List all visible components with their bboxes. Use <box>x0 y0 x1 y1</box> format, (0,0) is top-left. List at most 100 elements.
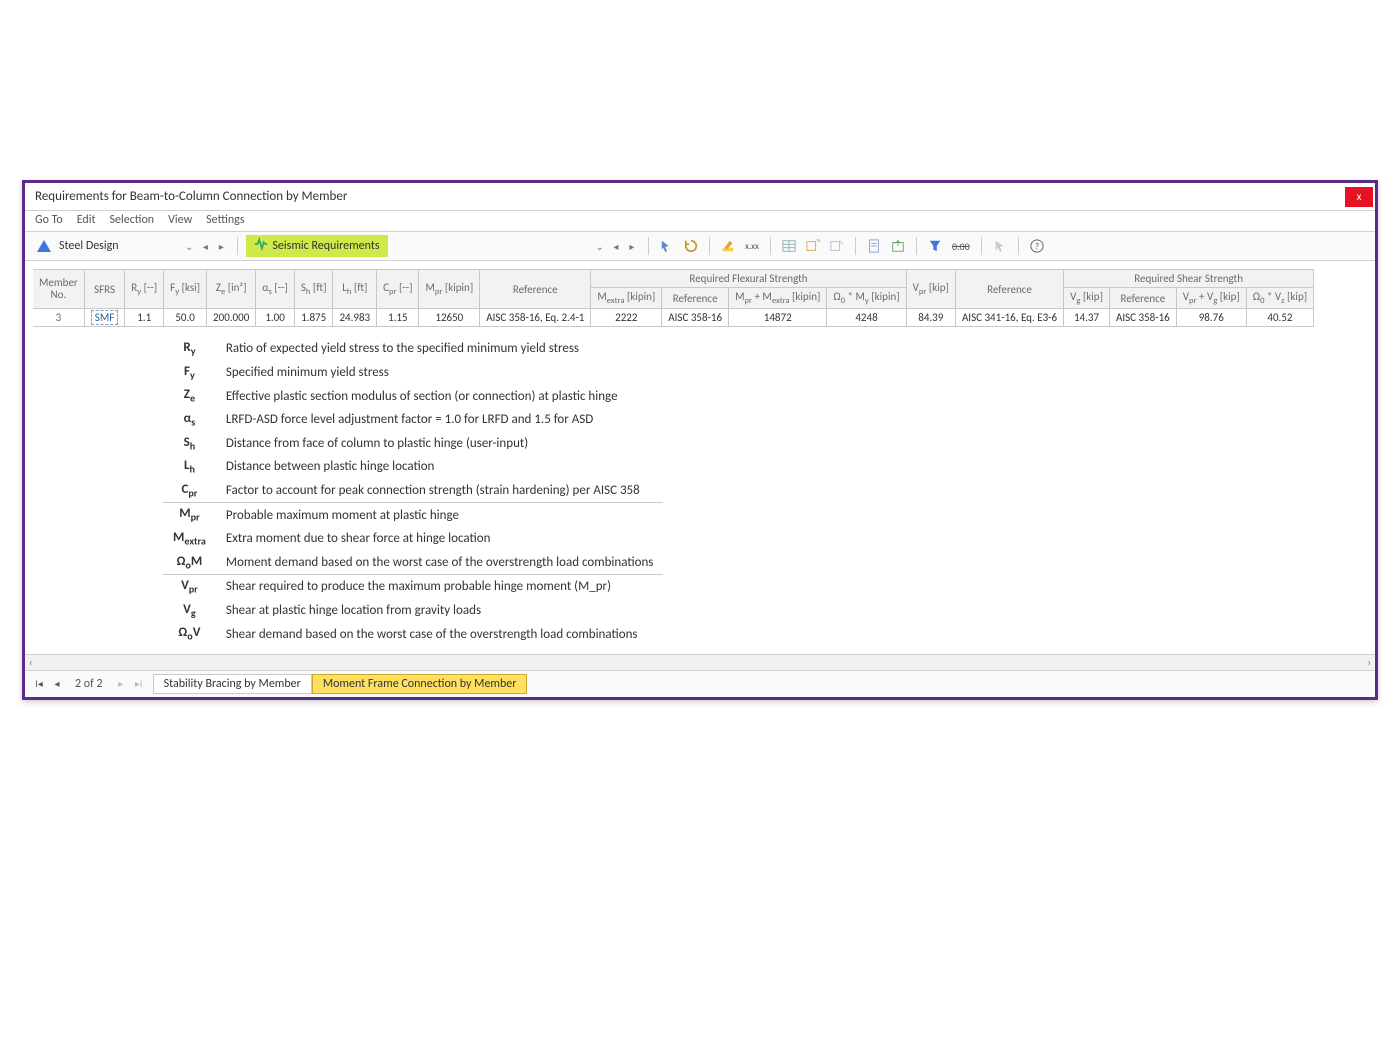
definition-symbol: ΩoM <box>163 551 216 575</box>
col-lh[interactable]: Lh [ft] <box>333 270 377 309</box>
results-grid[interactable]: MemberNo. SFRS Ry [--] Fy [ksi] Ze [in³]… <box>33 269 1367 327</box>
definition-text: Specified minimum yield stress <box>216 361 664 385</box>
definition-symbol: Sh <box>163 432 216 456</box>
module-right-nav: ◂ ▸ <box>608 238 640 254</box>
definition-text: Extra moment due to shear force at hinge… <box>216 527 664 551</box>
table-add-icon[interactable] <box>803 236 823 256</box>
col-ze[interactable]: Ze [in³] <box>207 270 256 309</box>
nav-prev-icon[interactable]: ◂ <box>197 238 213 254</box>
module-right[interactable]: Seismic Requirements <box>246 235 387 257</box>
nav-next-icon[interactable]: ▸ <box>624 238 640 254</box>
definition-row: ΩoVShear demand based on the worst case … <box>163 622 663 646</box>
steel-icon <box>37 239 51 253</box>
sheet-tab[interactable]: Stability Bracing by Member <box>153 674 312 694</box>
col-sum-m[interactable]: Mpr + Mextra [kipin] <box>729 288 827 309</box>
col-as[interactable]: αs [--] <box>256 270 295 309</box>
sheet-nav-right: ▸ ▸I <box>113 676 147 692</box>
definition-text: Distance from face of column to plastic … <box>216 432 664 456</box>
col-sh[interactable]: Sh [ft] <box>294 270 333 309</box>
col-ref3[interactable]: Reference <box>955 270 1063 309</box>
col-mextra[interactable]: Mextra [kipin] <box>591 288 662 309</box>
col-ref1[interactable]: Reference <box>480 270 591 309</box>
scroll-right-icon[interactable]: › <box>1367 656 1371 669</box>
close-button[interactable]: x <box>1345 187 1373 207</box>
definition-row: MprProbable maximum moment at plastic hi… <box>163 503 663 527</box>
definition-symbol: ΩoV <box>163 622 216 646</box>
results-table: MemberNo. SFRS Ry [--] Fy [ksi] Ze [in³]… <box>33 269 1314 327</box>
nav-prev-icon[interactable]: ◂ <box>608 238 624 254</box>
col-cpr[interactable]: Cpr [--] <box>377 270 419 309</box>
col-om-vz[interactable]: Ω0 * Vz [kip] <box>1246 288 1313 309</box>
chevron-down-icon[interactable]: ⌄ <box>596 240 604 253</box>
sheet-last-icon[interactable]: ▸I <box>131 676 147 692</box>
separator <box>855 237 856 255</box>
col-mpr[interactable]: Mpr [kipin] <box>419 270 480 309</box>
sheet-tab[interactable]: Moment Frame Connection by Member <box>312 674 528 694</box>
separator <box>1018 237 1019 255</box>
highlight-icon[interactable] <box>718 236 738 256</box>
refresh-icon[interactable] <box>681 236 701 256</box>
definition-row: ZeEffective plastic section modulus of s… <box>163 384 663 408</box>
definition-text: Moment demand based on the worst case of… <box>216 551 664 575</box>
table-icon[interactable] <box>779 236 799 256</box>
menu-selection[interactable]: Selection <box>110 213 155 227</box>
sheet-tab-bar: I◂ ◂ 2 of 2 ▸ ▸I Stability Bracing by Me… <box>25 670 1375 697</box>
definition-symbol: Ry <box>163 337 216 361</box>
module-left[interactable]: Steel Design <box>31 239 181 253</box>
filter-icon[interactable] <box>925 236 945 256</box>
col-ref2[interactable]: Reference <box>662 288 729 309</box>
separator <box>648 237 649 255</box>
format-precision-button[interactable]: x.xx <box>742 236 762 256</box>
scroll-left-icon[interactable]: ‹ <box>29 656 33 669</box>
decimal-button[interactable]: 0.00 <box>949 236 973 256</box>
definition-text: Factor to account for peak connection st… <box>216 479 664 503</box>
nav-next-icon[interactable]: ▸ <box>213 238 229 254</box>
sheet-first-icon[interactable]: I◂ <box>31 676 47 692</box>
col-vg[interactable]: Vg [kip] <box>1064 288 1110 309</box>
separator <box>770 237 771 255</box>
table-remove-icon[interactable] <box>827 236 847 256</box>
sheet-prev-icon[interactable]: ◂ <box>49 676 65 692</box>
definition-symbol: Lh <box>163 455 216 479</box>
col-fy[interactable]: Fy [ksi] <box>164 270 207 309</box>
col-ref4[interactable]: Reference <box>1109 288 1176 309</box>
definition-row: FySpecified minimum yield stress <box>163 361 663 385</box>
col-ry[interactable]: Ry [--] <box>125 270 164 309</box>
separator <box>709 237 710 255</box>
definition-text: Shear demand based on the worst case of … <box>216 622 664 646</box>
help-icon[interactable]: ? <box>1027 236 1047 256</box>
col-sum-v[interactable]: Vpr + Vg [kip] <box>1176 288 1246 309</box>
col-sfrs[interactable]: SFRS <box>84 270 125 309</box>
menu-edit[interactable]: Edit <box>77 213 96 227</box>
definition-row: VgShear at plastic hinge location from g… <box>163 599 663 623</box>
group-shear: Required Shear Strength <box>1064 270 1314 288</box>
horizontal-scrollbar[interactable]: ‹ › <box>25 654 1375 670</box>
definition-row: MextraExtra moment due to shear force at… <box>163 527 663 551</box>
export-icon[interactable] <box>888 236 908 256</box>
definition-row: RyRatio of expected yield stress to the … <box>163 337 663 361</box>
select-icon[interactable] <box>657 236 677 256</box>
definition-text: Effective plastic section modulus of sec… <box>216 384 664 408</box>
symbol-definitions: RyRatio of expected yield stress to the … <box>163 337 1367 646</box>
definition-row: VprShear required to produce the maximum… <box>163 575 663 599</box>
cursor-icon[interactable] <box>990 236 1010 256</box>
definition-text: Ratio of expected yield stress to the sp… <box>216 337 664 361</box>
menu-goto[interactable]: Go To <box>35 213 63 227</box>
definition-text: Shear at plastic hinge location from gra… <box>216 599 664 623</box>
separator <box>981 237 982 255</box>
menu-settings[interactable]: Settings <box>206 213 244 227</box>
definition-text: Distance between plastic hinge location <box>216 455 664 479</box>
col-vpr[interactable]: Vpr [kip] <box>906 270 955 309</box>
chevron-down-icon[interactable]: ⌄ <box>185 240 193 253</box>
definition-row: LhDistance between plastic hinge locatio… <box>163 455 663 479</box>
sfrs-cell[interactable]: SMF <box>91 310 119 325</box>
col-member-no[interactable]: MemberNo. <box>33 270 84 309</box>
definition-symbol: Cpr <box>163 479 216 503</box>
report-icon[interactable] <box>864 236 884 256</box>
sheet-next-icon[interactable]: ▸ <box>113 676 129 692</box>
col-om-my[interactable]: Ω0 * My [kipin] <box>827 288 906 309</box>
separator <box>237 237 238 255</box>
table-row[interactable]: 3SMF1.150.0200.0001.001.87524.9831.15126… <box>33 309 1314 327</box>
definition-row: ΩoMMoment demand based on the worst case… <box>163 551 663 575</box>
menu-view[interactable]: View <box>168 213 192 227</box>
